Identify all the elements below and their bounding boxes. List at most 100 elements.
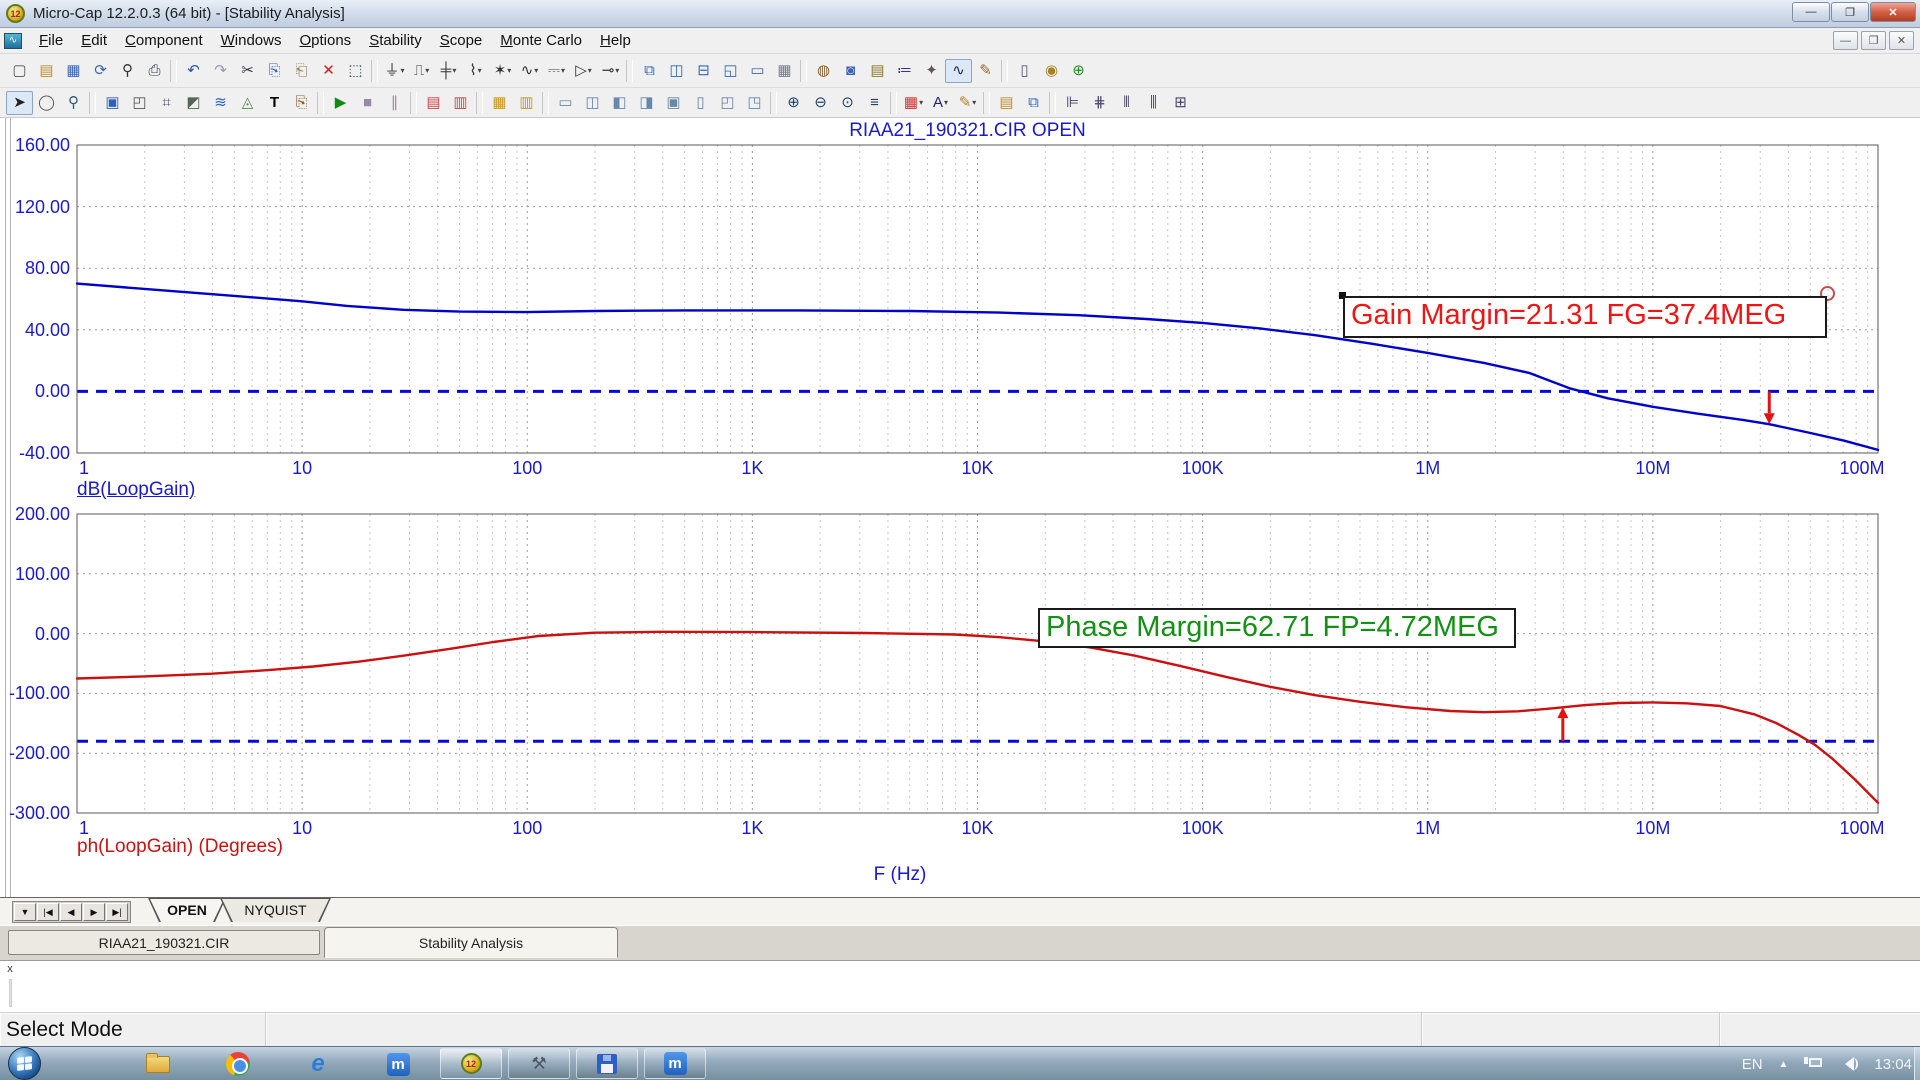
stop-analysis-button[interactable]: ■: [354, 91, 381, 115]
maximize-window-button[interactable]: ▭: [744, 59, 771, 83]
phase-axis-name[interactable]: ph(LoopGain) (Degrees): [77, 836, 283, 858]
micro-cap-taskbar-button[interactable]: 12: [440, 1048, 502, 1079]
calculator-button[interactable]: ▦: [771, 59, 798, 83]
undo-button[interactable]: ↶: [180, 59, 207, 83]
dropdown-caret-icon[interactable]: ▾: [919, 98, 923, 107]
opamp-component-button[interactable]: ▷▾: [570, 59, 597, 83]
select-mode-button[interactable]: ➤: [6, 91, 33, 115]
monitor-view-button[interactable]: ▣: [99, 91, 126, 115]
tile-horizontal-button[interactable]: ⊟: [690, 59, 717, 83]
distribute-vertical-button[interactable]: ⫼: [1140, 91, 1167, 115]
full-graph-layout-button[interactable]: ▣: [660, 91, 687, 115]
save-file-button[interactable]: ▦: [60, 59, 87, 83]
message-panel-scrollbar[interactable]: [9, 979, 12, 1007]
menu-file[interactable]: File: [30, 30, 72, 51]
inductor-component-button[interactable]: ⌇▾: [462, 59, 489, 83]
ground-component-button[interactable]: ⏚▾: [381, 59, 408, 83]
split-window-button[interactable]: ◱: [717, 59, 744, 83]
attributes-button[interactable]: ▤: [864, 59, 891, 83]
highlight-pen-button[interactable]: ✎▾: [954, 91, 981, 115]
fit-to-window-button[interactable]: ⊞: [1167, 91, 1194, 115]
child-restore-button[interactable]: ❐: [1861, 31, 1886, 50]
wave-select-button[interactable]: ≋: [207, 91, 234, 115]
two-graph-layout-button[interactable]: ◫: [579, 91, 606, 115]
maxthon-window-taskbar-button[interactable]: m: [644, 1048, 706, 1079]
zoom-out-button[interactable]: ⊖: [807, 91, 834, 115]
edit-analysis-button[interactable]: ✎: [972, 59, 999, 83]
windows-explorer-taskbar-icon[interactable]: [118, 1047, 198, 1080]
marker-tool-button[interactable]: ◬: [234, 91, 261, 115]
mode-window-button[interactable]: ◙: [837, 59, 864, 83]
child-minimize-button[interactable]: —: [1833, 31, 1858, 50]
color-palette-button[interactable]: ▦▾: [900, 91, 927, 115]
dropdown-caret-icon[interactable]: ▾: [972, 98, 976, 107]
align-center-button[interactable]: ⋕: [1086, 91, 1113, 115]
new-schematic-button[interactable]: ▢: [6, 59, 33, 83]
show-desktop-button[interactable]: [1914, 1047, 1920, 1080]
dropdown-caret-icon[interactable]: ▾: [534, 66, 538, 75]
minimize-button[interactable]: —: [1792, 2, 1830, 22]
start-button[interactable]: [8, 1047, 41, 1080]
insert-image-button[interactable]: ▤: [993, 91, 1020, 115]
first-page-button[interactable]: |◀: [37, 903, 59, 921]
phase-margin-annotation[interactable]: Phase Margin=62.71 FP=4.72MEG: [1038, 608, 1516, 648]
redo-button[interactable]: ↷: [207, 59, 234, 83]
dropdown-caret-icon[interactable]: ▾: [425, 66, 429, 75]
align-left-button[interactable]: ⊫: [1059, 91, 1086, 115]
dropdown-caret-icon[interactable]: ▾: [452, 66, 456, 75]
child-window-icon[interactable]: ∿: [4, 33, 22, 49]
dropdown-caret-icon[interactable]: ▾: [588, 66, 592, 75]
gain-margin-annotation[interactable]: Gain Margin=21.31 FG=37.4MEG: [1343, 296, 1827, 338]
copy-graph-button[interactable]: ⧉: [1020, 91, 1047, 115]
menu-windows[interactable]: Windows: [212, 30, 291, 51]
speaker-icon[interactable]: [1838, 1056, 1858, 1072]
region-box-button[interactable]: ◰: [126, 91, 153, 115]
print-button[interactable]: ⎙: [141, 59, 168, 83]
page-tab-nyquist[interactable]: NYQUIST: [220, 898, 331, 922]
prev-page-button[interactable]: ◀: [60, 903, 82, 921]
maxthon-taskbar-icon[interactable]: m: [358, 1047, 438, 1080]
zoom-mode-button[interactable]: ⚲: [60, 91, 87, 115]
zoom-in-button[interactable]: ⊕: [780, 91, 807, 115]
page-tab-open[interactable]: OPEN: [148, 898, 226, 922]
backup-tool-taskbar-button[interactable]: [576, 1048, 638, 1079]
tray-expand-icon[interactable]: ▲: [1779, 1059, 1789, 1070]
plot-canvas[interactable]: RIAA21_190321.CIR OPEN 160.00120.0080.00…: [0, 118, 1920, 897]
child-close-button[interactable]: ✕: [1889, 31, 1914, 50]
battery-component-button[interactable]: ⎓▾: [543, 59, 570, 83]
menu-edit[interactable]: Edit: [72, 30, 116, 51]
next-page-button[interactable]: ▶: [83, 903, 105, 921]
delete-button[interactable]: ✕: [315, 59, 342, 83]
menu-stability[interactable]: Stability: [360, 30, 431, 51]
one-graph-layout-button[interactable]: ▭: [552, 91, 579, 115]
page-list-dropdown-button[interactable]: ▼: [14, 903, 36, 921]
chrome-taskbar-icon[interactable]: [198, 1047, 278, 1080]
gain-axis-name[interactable]: dB(LoopGain): [77, 479, 195, 501]
probe-component-button[interactable]: ⊸▾: [597, 59, 624, 83]
revert-button[interactable]: ⟳: [87, 59, 114, 83]
pane-left-layout-button[interactable]: ◰: [714, 91, 741, 115]
split-graph-layout-button[interactable]: ◧: [606, 91, 633, 115]
media-window-button[interactable]: ▯: [1011, 59, 1038, 83]
language-indicator[interactable]: EN: [1742, 1056, 1763, 1073]
distribute-horizontal-button[interactable]: ⫴: [1113, 91, 1140, 115]
design-tool-taskbar-button[interactable]: ⚒: [508, 1048, 570, 1079]
cut-button[interactable]: ✂: [234, 59, 261, 83]
capacitor-component-button[interactable]: ╪▾: [435, 59, 462, 83]
dropdown-caret-icon[interactable]: ▾: [615, 66, 619, 75]
clipboard-tool-button[interactable]: ⎘: [288, 91, 315, 115]
tools-button[interactable]: ✦: [918, 59, 945, 83]
close-button[interactable]: ✕: [1870, 2, 1916, 22]
file-tab-riaa21-190321-cir[interactable]: RIAA21_190321.CIR: [8, 930, 320, 955]
polygon-tool-button[interactable]: ◩: [180, 91, 207, 115]
watch-window-button[interactable]: ▥: [513, 91, 540, 115]
dropdown-caret-icon[interactable]: ▾: [561, 66, 565, 75]
menu-scope[interactable]: Scope: [431, 30, 492, 51]
pause-analysis-button[interactable]: ∥: [381, 91, 408, 115]
tile-vertical-button[interactable]: ◫: [663, 59, 690, 83]
meter-window-button[interactable]: ▦: [486, 91, 513, 115]
graphics-mode-button[interactable]: ◯: [33, 91, 60, 115]
last-page-button[interactable]: ▶|: [106, 903, 128, 921]
open-file-button[interactable]: ▤: [33, 59, 60, 83]
dropdown-caret-icon[interactable]: ▾: [507, 66, 511, 75]
